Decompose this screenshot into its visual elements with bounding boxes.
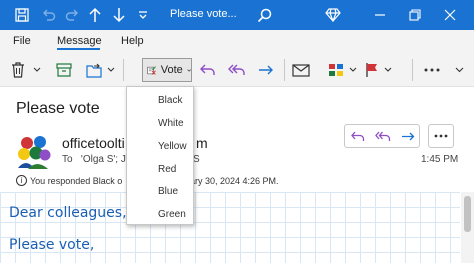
ribbon-separator bbox=[123, 59, 124, 81]
save-icon[interactable] bbox=[12, 5, 32, 25]
ribbon-separator bbox=[284, 59, 285, 81]
vote-chevron-icon bbox=[187, 68, 191, 72]
info-icon: i bbox=[16, 175, 27, 186]
minimize-icon[interactable] bbox=[370, 5, 390, 25]
menu-message[interactable]: Message bbox=[57, 35, 102, 47]
received-time: 1:45 PM bbox=[421, 154, 459, 165]
vote-option-green[interactable]: Green bbox=[158, 209, 186, 220]
menu-file[interactable]: File bbox=[13, 35, 31, 47]
more-actions-button[interactable] bbox=[428, 124, 454, 148]
categorize-icon[interactable] bbox=[326, 59, 348, 81]
sender-name-tail: m bbox=[196, 135, 208, 151]
vote-icon bbox=[147, 65, 156, 75]
vote-option-yellow[interactable]: Yellow bbox=[158, 141, 187, 152]
vote-label: Vote bbox=[160, 64, 183, 76]
more-icon bbox=[434, 134, 448, 138]
flag-icon[interactable] bbox=[362, 59, 382, 81]
mail-icon[interactable] bbox=[290, 59, 312, 81]
search-icon[interactable] bbox=[254, 5, 274, 25]
info-text: You responded Black o bbox=[30, 175, 123, 186]
more-options-icon[interactable] bbox=[421, 59, 443, 81]
sender-name[interactable]: officetoolti bbox=[62, 135, 125, 151]
reply-all-icon[interactable] bbox=[226, 59, 248, 81]
vote-button[interactable]: Vote bbox=[142, 58, 192, 82]
ribbon-expand-chevron-icon[interactable] bbox=[452, 59, 466, 81]
recipients-line: To 'Olga S'; Ja bbox=[62, 154, 131, 165]
reply-all-button[interactable] bbox=[370, 125, 395, 147]
to-label: To bbox=[62, 154, 73, 165]
reply-button[interactable] bbox=[345, 125, 370, 147]
message-body[interactable]: Dear colleagues, Please vote, bbox=[0, 192, 460, 263]
close-icon[interactable] bbox=[440, 5, 460, 25]
delete-dropdown-chevron-icon[interactable] bbox=[32, 59, 42, 81]
info-bar: i You responded Black o bbox=[16, 175, 122, 186]
undo-icon[interactable] bbox=[38, 5, 58, 25]
avatar bbox=[16, 134, 52, 170]
categorize-chevron-icon[interactable] bbox=[348, 59, 358, 81]
forward-button[interactable] bbox=[395, 125, 420, 147]
vote-option-blue[interactable]: Blue bbox=[158, 186, 178, 197]
move-dropdown-chevron-icon[interactable] bbox=[106, 59, 116, 81]
vote-option-black[interactable]: Black bbox=[158, 95, 182, 106]
menu-help[interactable]: Help bbox=[121, 35, 144, 47]
forward-icon[interactable] bbox=[256, 59, 276, 81]
scrollbar-thumb[interactable] bbox=[464, 196, 471, 232]
body-line: Please vote, bbox=[9, 237, 95, 253]
email-subject: Please vote bbox=[16, 100, 100, 117]
window-title: Please vote... bbox=[170, 8, 237, 20]
recipients[interactable]: 'Olga S'; Ja bbox=[81, 154, 132, 165]
customize-toolbar-icon[interactable] bbox=[136, 5, 150, 25]
redo-icon[interactable] bbox=[62, 5, 82, 25]
delete-icon[interactable] bbox=[8, 59, 28, 81]
arrow-up-icon[interactable] bbox=[86, 5, 104, 25]
title-bar: Please vote... bbox=[0, 0, 474, 30]
ribbon-toolbar: Vote bbox=[0, 52, 474, 87]
arrow-down-icon[interactable] bbox=[110, 5, 128, 25]
restore-icon[interactable] bbox=[405, 5, 425, 25]
active-tab-indicator bbox=[57, 48, 100, 50]
reply-icon[interactable] bbox=[198, 59, 218, 81]
body-line: Dear colleagues, bbox=[9, 205, 127, 221]
quick-actions-group bbox=[344, 124, 420, 148]
vote-option-white[interactable]: White bbox=[158, 118, 184, 129]
flag-chevron-icon[interactable] bbox=[383, 59, 393, 81]
move-icon[interactable] bbox=[84, 59, 106, 81]
vote-dropdown-menu: Black White Yellow Red Blue Green bbox=[126, 86, 194, 225]
recipients-tail: S bbox=[193, 154, 200, 165]
diamond-icon[interactable] bbox=[323, 5, 343, 25]
archive-icon[interactable] bbox=[54, 59, 74, 81]
info-text-tail: ary 30, 2024 4:26 PM. bbox=[190, 176, 279, 186]
vote-option-red[interactable]: Red bbox=[158, 164, 176, 175]
ribbon-separator bbox=[412, 59, 413, 81]
